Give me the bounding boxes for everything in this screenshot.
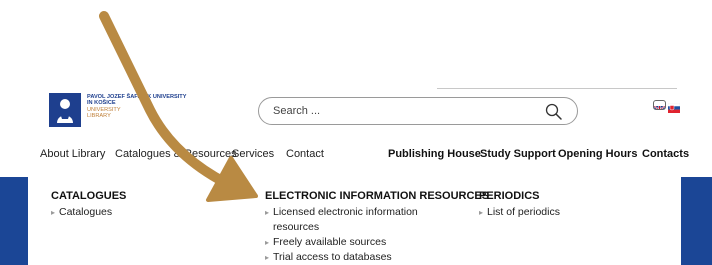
sk-flag-icon[interactable] xyxy=(667,100,681,113)
uk-flag-icon[interactable] xyxy=(653,100,666,110)
menu-heading-periodics: PERIODICS xyxy=(479,190,540,202)
menu-heading-catalogues: CATALOGUES xyxy=(51,190,127,202)
mega-menu-dropdown: CATALOGUES Catalogues ELECTRONIC INFORMA… xyxy=(0,177,712,265)
menu-column-catalogues: CATALOGUES Catalogues xyxy=(51,190,126,220)
search-icon[interactable] xyxy=(545,103,563,121)
nav-contacts[interactable]: Contacts xyxy=(642,148,689,160)
nav-services[interactable]: Services xyxy=(232,148,274,160)
nav-opening-hours[interactable]: Opening Hours xyxy=(558,148,637,160)
menu-link-licensed-resources[interactable]: Licensed electronic information resource… xyxy=(265,205,448,235)
nav-catalogues-resources[interactable]: Catalogues & Resources xyxy=(115,148,237,160)
nav-contact[interactable]: Contact xyxy=(286,148,324,160)
menu-link-free-sources[interactable]: Freely available sources xyxy=(265,235,489,250)
dropdown-band-left xyxy=(0,177,28,265)
menu-link-trial-access[interactable]: Trial access to databases xyxy=(265,250,489,265)
menu-column-periodics: PERIODICS List of periodics xyxy=(479,190,560,220)
menu-heading-electronic-resources: ELECTRONIC INFORMATION RESOURCES xyxy=(265,190,490,202)
logo-emblem-icon xyxy=(49,93,81,127)
logo-line-library: LIBRARY xyxy=(87,113,111,120)
logo-text: PAVOL JOZEF ŠAFÁRIK UNIVERSITY IN KOŠICE… xyxy=(87,94,186,120)
search-input[interactable] xyxy=(273,103,523,119)
nav-study-support[interactable]: Study Support xyxy=(480,148,556,160)
menu-link-catalogues[interactable]: Catalogues xyxy=(51,205,126,220)
nav-publishing-house[interactable]: Publishing House xyxy=(388,148,481,160)
menu-column-electronic-resources: ELECTRONIC INFORMATION RESOURCES License… xyxy=(265,190,489,265)
menu-link-list-of-periodics[interactable]: List of periodics xyxy=(479,205,560,220)
dropdown-band-right xyxy=(681,177,712,265)
university-library-logo[interactable]: PAVOL JOZEF ŠAFÁRIK UNIVERSITY IN KOŠICE… xyxy=(49,93,199,127)
nav-about-library[interactable]: About Library xyxy=(40,148,105,160)
header-divider xyxy=(437,88,677,89)
search-box xyxy=(258,97,578,125)
